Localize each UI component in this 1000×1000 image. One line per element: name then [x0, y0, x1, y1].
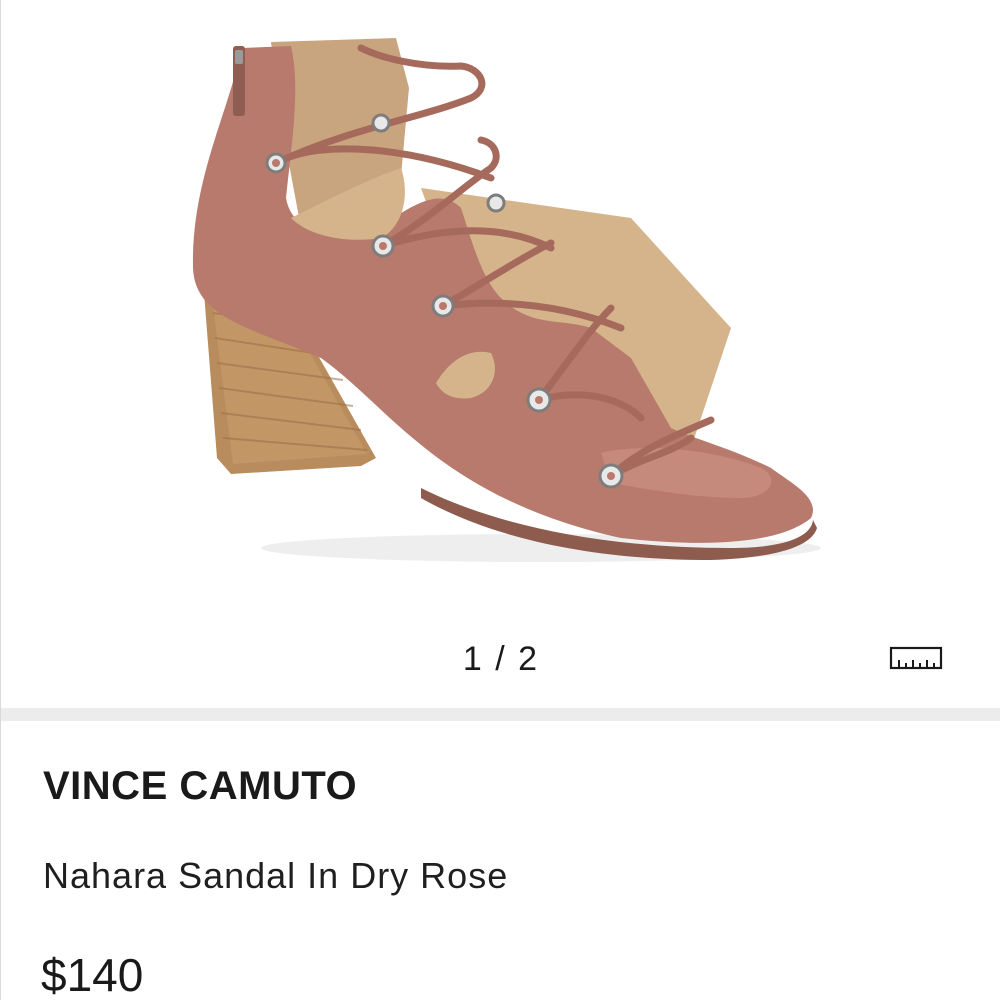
product-photo[interactable]: [171, 28, 831, 568]
product-title: Nahara Sandal In Dry Rose: [43, 855, 509, 896]
section-divider: [1, 708, 1000, 721]
image-counter: 1 / 2: [462, 640, 540, 678]
product-image-gallery[interactable]: 1 / 2: [1, 0, 1000, 708]
size-guide-button[interactable]: [887, 642, 945, 674]
product-detail-page: 1 / 2 VINCE CAMUTO Nahara Sandal In Dry …: [0, 0, 1000, 1000]
product-price: $140: [41, 949, 144, 1000]
ruler-icon: [889, 646, 943, 670]
brand-name[interactable]: VINCE CAMUTO: [43, 764, 357, 809]
